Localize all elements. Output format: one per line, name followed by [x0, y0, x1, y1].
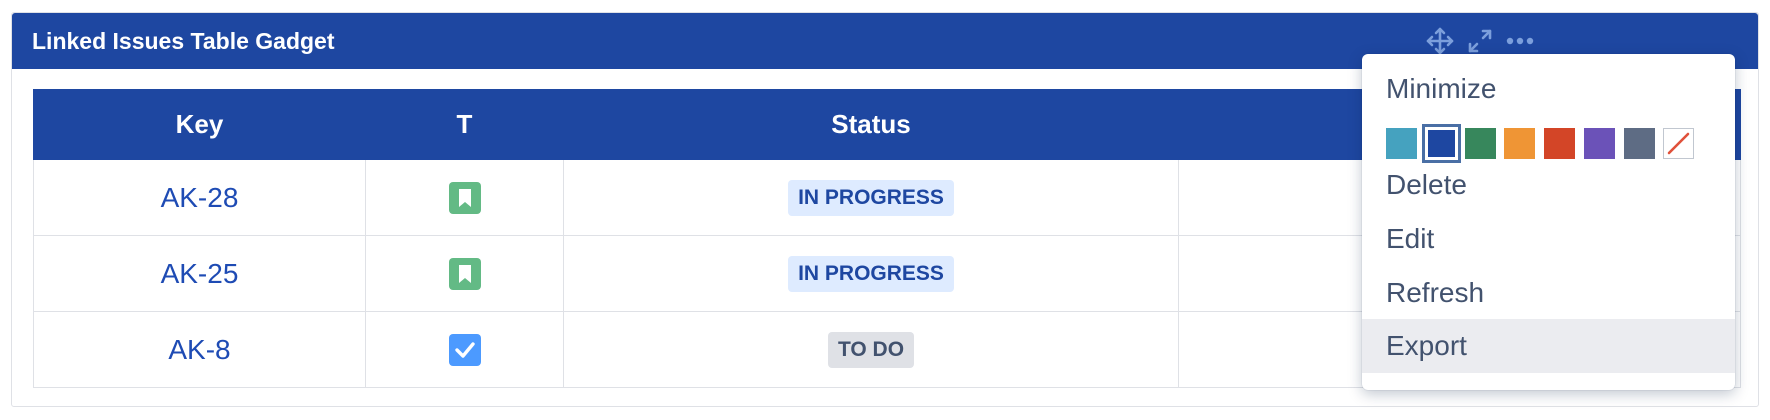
status-badge: TO DO [827, 331, 915, 368]
status-badge: IN PROGRESS [788, 179, 954, 216]
color-swatch-green[interactable] [1465, 128, 1496, 159]
issue-key-link[interactable]: AK-28 [161, 182, 239, 213]
key-cell: AK-8 [33, 311, 366, 388]
column-header-type[interactable]: T [365, 89, 564, 160]
key-cell: AK-25 [33, 235, 366, 312]
delete-menu-item[interactable]: Delete [1362, 158, 1735, 212]
type-cell [365, 235, 564, 312]
task-icon [448, 333, 481, 366]
status-cell: IN PROGRESS [563, 159, 1179, 236]
story-icon [448, 181, 481, 214]
color-swatch-orange[interactable] [1504, 128, 1535, 159]
column-header-key[interactable]: Key [33, 89, 366, 160]
status-cell: TO DO [563, 311, 1179, 388]
type-cell [365, 159, 564, 236]
export-menu-item[interactable]: Export [1362, 319, 1735, 373]
color-swatch-purple[interactable] [1584, 128, 1615, 159]
status-badge: IN PROGRESS [788, 255, 954, 292]
column-header-status[interactable]: Status [563, 89, 1179, 160]
gadget-options-menu: Minimize Delete Edit Refresh Export [1362, 54, 1735, 390]
issue-key-link[interactable]: AK-25 [161, 258, 239, 289]
color-swatch-teal[interactable] [1386, 128, 1417, 159]
type-cell [365, 311, 564, 388]
status-cell: IN PROGRESS [563, 235, 1179, 312]
edit-menu-item[interactable]: Edit [1362, 212, 1735, 266]
color-swatch-none[interactable] [1663, 128, 1694, 159]
issue-key-link[interactable]: AK-8 [168, 334, 230, 365]
color-swatch-gray[interactable] [1624, 128, 1655, 159]
minimize-menu-item[interactable]: Minimize [1362, 62, 1735, 116]
color-swatch-red[interactable] [1544, 128, 1575, 159]
story-icon [448, 257, 481, 290]
refresh-menu-item[interactable]: Refresh [1362, 266, 1735, 320]
key-cell: AK-28 [33, 159, 366, 236]
gadget-title: Linked Issues Table Gadget [32, 28, 335, 54]
no-color-icon [1667, 132, 1690, 155]
